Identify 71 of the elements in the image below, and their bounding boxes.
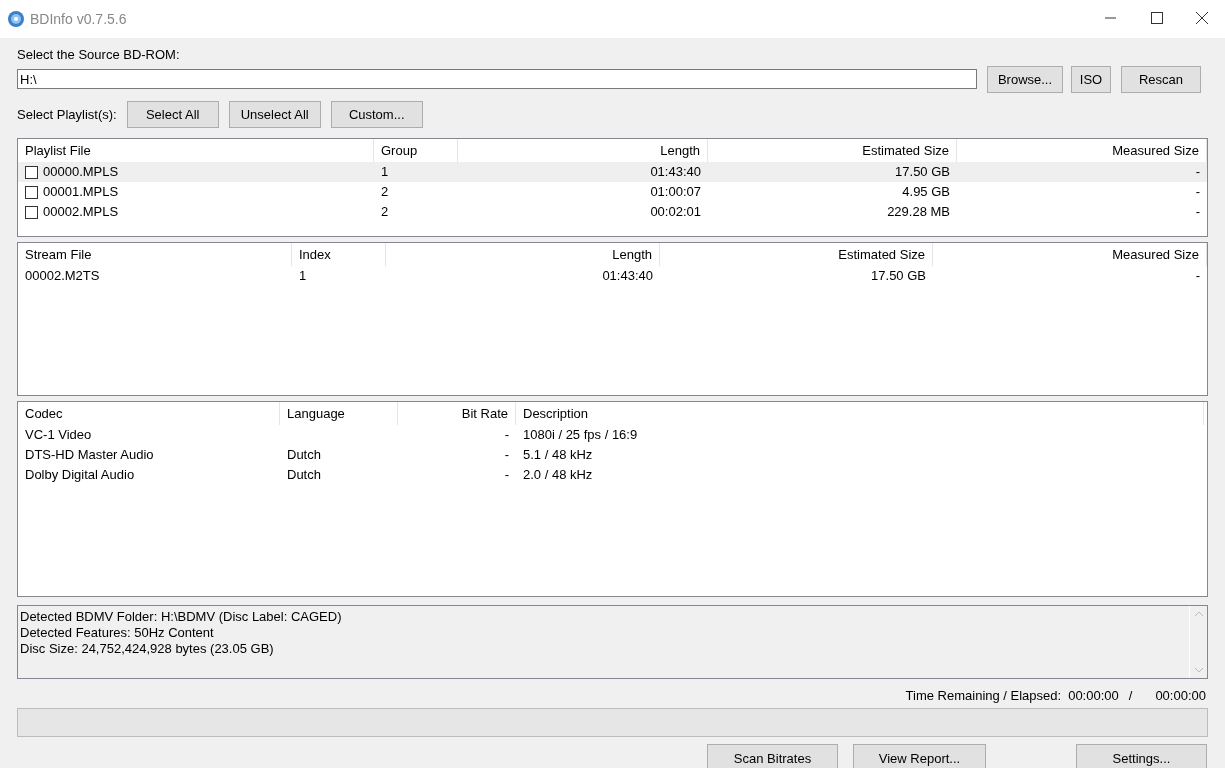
column-header[interactable]: Description <box>516 402 1204 425</box>
column-header[interactable]: Codec <box>18 402 280 425</box>
browse-button[interactable]: Browse... <box>987 65 1063 93</box>
unselect-all-button[interactable]: Unselect All <box>228 100 321 128</box>
table-cell-text: - <box>504 466 509 484</box>
table-cell-text: 00:02:01 <box>650 203 701 221</box>
table-cell-text: 229.28 MB <box>887 203 950 221</box>
table-cell-text: 1080i / 25 fps / 16:9 <box>523 426 638 444</box>
time-separator: / <box>1128 688 1133 704</box>
table-row[interactable]: 00002.MPLS 2 00:02:01 229.28 MB - <box>18 202 1207 222</box>
table-cell-text: 2.0 / 48 kHz <box>523 466 593 484</box>
playlist-select-label: Select Playlist(s): <box>17 106 117 122</box>
column-header[interactable]: Language <box>280 402 398 425</box>
table-cell-text: - <box>1195 203 1200 221</box>
time-label: Time Remaining / Elapsed: <box>905 688 1062 704</box>
table-cell-text: 1 <box>299 267 307 285</box>
scan-bitrates-button[interactable]: Scan Bitrates <box>707 744 838 768</box>
table-cell-text: - <box>1195 163 1200 181</box>
table-cell-text: 17.50 GB <box>895 163 950 181</box>
settings-button[interactable]: Settings... <box>1076 744 1207 768</box>
table-cell-text: 01:43:40 <box>650 163 701 181</box>
info-line: Disc Size: 24,752,424,928 bytes (23.05 GB) <box>20 641 274 657</box>
table-cell-text: VC-1 Video <box>25 426 92 444</box>
table-cell-text: - <box>1195 183 1200 201</box>
rescan-button[interactable]: Rescan <box>1121 65 1201 93</box>
checkbox[interactable] <box>25 185 38 199</box>
table-cell-text: 2 <box>381 183 389 201</box>
table-row[interactable]: 00000.MPLS 1 01:43:40 17.50 GB - <box>18 162 1207 182</box>
table-cell-text: Dutch <box>287 466 321 484</box>
table-cell-text: Dolby Digital Audio <box>25 466 135 484</box>
checkbox[interactable] <box>25 205 38 219</box>
source-label: Select the Source BD-ROM: <box>17 47 180 62</box>
table-cell-text: 00001.MPLS <box>43 183 119 201</box>
info-line: Detected BDMV Folder: H:\BDMV (Disc Label: CAGED) <box>20 609 342 625</box>
table-cell-text: 17.50 GB <box>871 267 926 285</box>
column-header[interactable]: Length <box>386 243 660 266</box>
info-line: Detected Features: 50Hz Content <box>20 625 214 641</box>
source-path-field[interactable]: H:\ <box>17 69 977 89</box>
table-row[interactable]: Dolby Digital Audio Dutch - 2.0 / 48 kHz <box>18 465 1207 485</box>
view-report-button[interactable]: View Report... <box>853 744 986 768</box>
table-cell-text: 2 <box>381 203 389 221</box>
window-title: BDInfo v0.7.5.6 <box>30 11 128 27</box>
table-cell-text: - <box>1195 267 1200 285</box>
table-cell-text: 1 <box>381 163 389 181</box>
table-cell-text: 00002.M2TS <box>25 267 100 285</box>
table-cell-text: 01:00:07 <box>650 183 701 201</box>
table-cell-text: Dutch <box>287 446 321 464</box>
table-cell-text: 5.1 / 48 kHz <box>523 446 593 464</box>
table-cell-text: DTS-HD Master Audio <box>25 446 154 464</box>
time-remaining: 00:00:00 <box>1068 688 1119 704</box>
column-header[interactable]: Stream File <box>18 243 292 266</box>
table-cell-text: - <box>504 446 509 464</box>
column-header[interactable]: Index <box>292 243 386 266</box>
column-header[interactable]: Estimated Size <box>660 243 933 266</box>
time-elapsed: 00:00:00 <box>1155 688 1206 704</box>
table-cell-text: 00002.MPLS <box>43 203 119 221</box>
column-header[interactable]: Measured Size <box>933 243 1207 266</box>
custom-button[interactable]: Custom... <box>330 100 423 128</box>
table-cell-text: 4.95 GB <box>902 183 950 201</box>
iso-button[interactable]: ISO <box>1071 65 1111 93</box>
select-all-button[interactable]: Select All <box>126 100 219 128</box>
disc-icon <box>7 10 25 28</box>
table-row[interactable]: 00002.M2TS 1 01:43:40 17.50 GB - <box>18 266 1207 286</box>
table-row[interactable]: DTS-HD Master Audio Dutch - 5.1 / 48 kHz <box>18 445 1207 465</box>
checkbox[interactable] <box>25 165 38 179</box>
table-cell-text: - <box>504 426 509 444</box>
table-cell-text: 00000.MPLS <box>43 163 119 181</box>
table-row[interactable]: 00001.MPLS 2 01:00:07 4.95 GB - <box>18 182 1207 202</box>
column-header[interactable]: Bit Rate <box>398 402 516 425</box>
table-row[interactable]: VC-1 Video - 1080i / 25 fps / 16:9 <box>18 425 1207 445</box>
table-cell-text: 01:43:40 <box>602 267 653 285</box>
